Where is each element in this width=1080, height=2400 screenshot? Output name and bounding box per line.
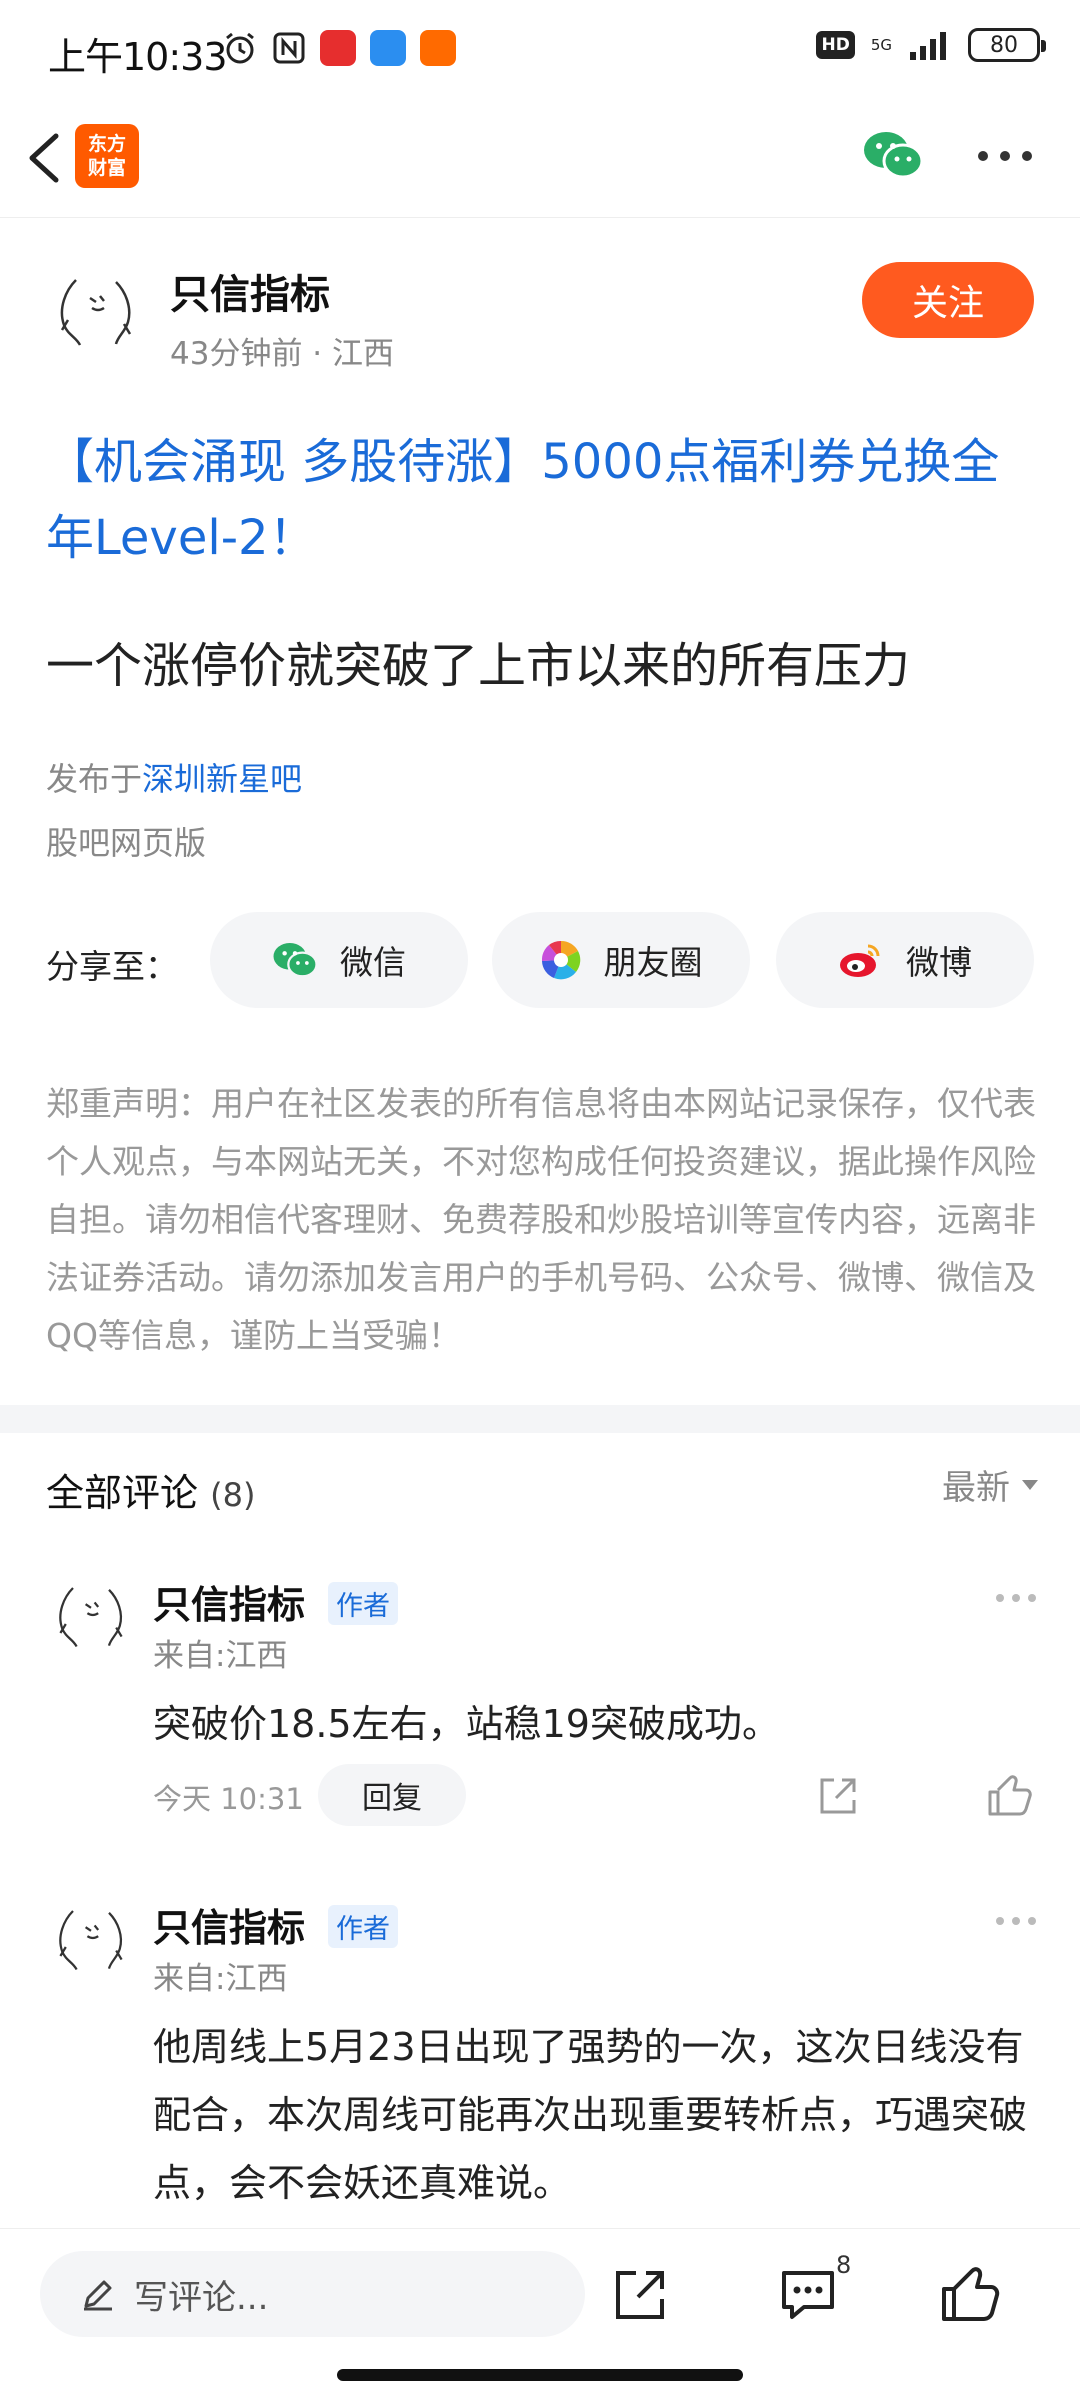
news-app-icon [320, 30, 356, 66]
share-weibo-button[interactable]: 微博 [776, 912, 1034, 1008]
signal-icon [910, 32, 946, 60]
like-post-icon[interactable] [940, 2265, 1000, 2323]
comment-item: 只信指标 作者 来自:江西 突破价18.5左右，站稳19突破成功。 今天 10:… [0, 1570, 1080, 1830]
disclaimer-text: 郑重声明：用户在社区发表的所有信息将由本网站记录保存，仅代表个人观点，与本网站无… [46, 1084, 1036, 1355]
home-indicator[interactable] [337, 2369, 743, 2381]
commenter-name[interactable]: 只信指标 [153, 1574, 305, 1629]
wechat-icon [273, 942, 318, 978]
comment-more-icon[interactable] [994, 1915, 1038, 1927]
nfc-icon [273, 32, 305, 64]
status-time: 上午10:33 [48, 35, 228, 79]
author-avatar[interactable] [46, 260, 146, 360]
comment-time: 今天 10:31 [153, 1782, 304, 1816]
post-body: 一个涨停价就突破了上市以来的所有压力 [46, 638, 911, 694]
comments-icon[interactable] [778, 2267, 838, 2323]
like-icon[interactable] [986, 1774, 1032, 1818]
publish-info: 发布于深圳新星吧 [46, 760, 303, 798]
section-divider [0, 1405, 1080, 1433]
forum-link[interactable]: 深圳新星吧 [142, 760, 302, 798]
post-title[interactable]: 【机会涌现 多股待涨】5000点福利券兑换全年Level-2！ [46, 424, 1036, 576]
commenter-avatar[interactable] [46, 1570, 136, 1660]
author-header: 只信指标 43分钟前 · 江西 关注 [0, 218, 1080, 378]
caret-down-icon [1022, 1479, 1038, 1490]
platform-source: 股吧网页版 [46, 824, 207, 862]
nav-bar: 东方 财富 [0, 100, 1080, 218]
author-name[interactable]: 只信指标 [170, 262, 330, 320]
status-notification-icons [222, 30, 456, 66]
moments-icon [541, 940, 580, 980]
back-arrow-icon[interactable] [20, 128, 70, 188]
commenter-avatar[interactable] [46, 1893, 136, 1983]
commenter-location: 来自:江西 [153, 1961, 288, 1997]
hd-badge: HD [816, 31, 855, 59]
app-logo[interactable]: 东方 财富 [75, 124, 139, 188]
weibo-icon [840, 944, 880, 977]
comment-item: 只信指标 作者 来自:江西 他周线上5月23日出现了强势的一次，这次日线没有配合… [0, 1893, 1080, 2228]
battery-indicator: 80 [968, 28, 1046, 62]
commenter-location: 来自:江西 [153, 1638, 288, 1674]
share-post-icon[interactable] [612, 2267, 668, 2323]
wechat-share-icon[interactable] [862, 128, 924, 182]
comment-text: 突破价18.5左右，站稳19突破成功。 [153, 1702, 780, 1746]
comment-count-badge: 8 [836, 2251, 852, 2279]
wallet-app-icon [370, 30, 406, 66]
post-meta: 43分钟前 · 江西 [170, 336, 395, 372]
network-type: 5G [870, 36, 892, 54]
more-options-icon[interactable] [975, 144, 1035, 168]
share-moments-button[interactable]: 朋友圈 [492, 912, 750, 1008]
status-bar: 上午10:33 HD 5G 80 [0, 0, 1080, 100]
video-app-icon [420, 30, 456, 66]
share-wechat-button[interactable]: 微信 [210, 912, 468, 1008]
write-comment-input[interactable]: 写评论... [40, 2251, 585, 2337]
status-system-icons: HD 5G 80 [816, 28, 1046, 62]
share-icon[interactable] [816, 1774, 860, 1818]
comments-count: (8) [210, 1476, 256, 1514]
author-badge: 作者 [328, 1905, 398, 1948]
author-badge: 作者 [328, 1582, 398, 1625]
comment-more-icon[interactable] [994, 1592, 1038, 1604]
alarm-icon [226, 32, 254, 64]
comments-header: 全部评论 (8) [46, 1471, 256, 1515]
share-label: 分享至： [46, 947, 178, 986]
bottom-action-bar: 写评论... 8 [0, 2228, 1080, 2400]
reply-button[interactable]: 回复 [318, 1764, 466, 1826]
comment-text: 他周线上5月23日出现了强势的一次，这次日线没有配合，本次周线可能再次出现重要转… [153, 2025, 1028, 2205]
pencil-icon [84, 2280, 112, 2311]
sort-dropdown[interactable]: 最新 [942, 1460, 1040, 1509]
commenter-name[interactable]: 只信指标 [153, 1897, 305, 1952]
follow-button[interactable]: 关注 [862, 262, 1034, 338]
